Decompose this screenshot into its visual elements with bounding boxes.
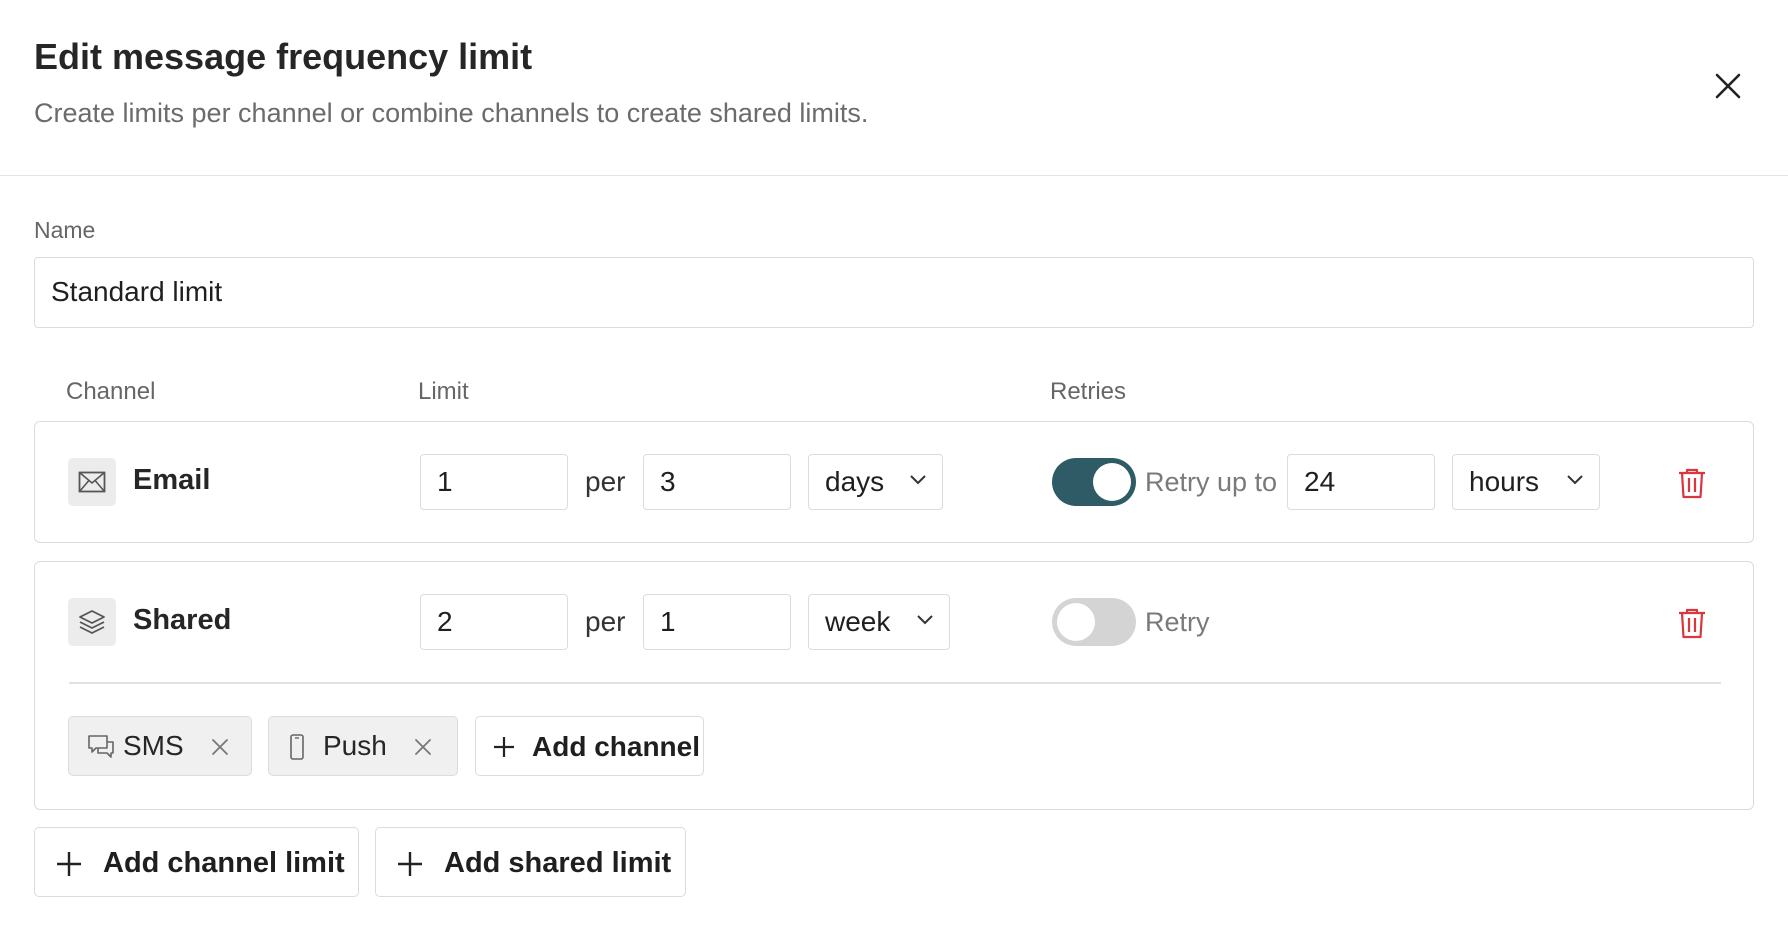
- retry-unit-value: hours: [1469, 466, 1540, 497]
- period-unit-select[interactable]: days: [808, 454, 943, 510]
- name-input[interactable]: Standard limit: [34, 257, 1754, 328]
- toggle-knob: [1057, 603, 1095, 641]
- delete-limit-button[interactable]: [1677, 467, 1707, 499]
- limit-count-input[interactable]: 2: [420, 594, 568, 650]
- retry-value-input[interactable]: 24: [1287, 454, 1435, 510]
- column-header-limit: Limit: [418, 378, 469, 405]
- channel-name: Shared: [133, 604, 232, 636]
- envelope-icon: [78, 471, 106, 493]
- dialog-subtitle: Create limits per channel or combine cha…: [34, 98, 869, 128]
- chevron-down-icon: [917, 615, 933, 625]
- per-label: per: [585, 606, 626, 637]
- chat-bubbles-icon: [88, 735, 114, 758]
- trash-icon: [1679, 468, 1705, 499]
- retry-toggle[interactable]: [1052, 458, 1136, 506]
- period-unit-value: week: [825, 606, 891, 637]
- toggle-knob: [1093, 463, 1131, 501]
- channel-icon-container: [68, 598, 116, 646]
- channel-chip-push: Push: [268, 716, 458, 776]
- close-button[interactable]: [1710, 68, 1746, 104]
- remove-channel-button[interactable]: [209, 736, 231, 758]
- close-icon: [1715, 73, 1741, 99]
- limit-card-shared: Shared 2 per 1 week Retry SMS Push Add c…: [34, 561, 1754, 810]
- period-value-input[interactable]: 3: [643, 454, 791, 510]
- period-unit-value: days: [825, 466, 885, 497]
- add-channel-limit-label: Add channel limit: [103, 847, 345, 879]
- plus-icon: [57, 852, 81, 876]
- add-shared-limit-label: Add shared limit: [444, 847, 672, 879]
- limit-count-input[interactable]: 1: [420, 454, 568, 510]
- chevron-down-icon: [1567, 475, 1583, 485]
- retry-toggle[interactable]: [1052, 598, 1136, 646]
- dialog-header: Edit message frequency limit Create limi…: [0, 0, 1788, 176]
- add-channel-button[interactable]: Add channel: [475, 716, 704, 776]
- plus-icon: [398, 852, 422, 876]
- channel-chip-sms: SMS: [68, 716, 252, 776]
- chevron-down-icon: [910, 475, 926, 485]
- column-header-retries: Retries: [1050, 378, 1127, 405]
- name-label: Name: [34, 217, 96, 243]
- remove-channel-button[interactable]: [412, 736, 434, 758]
- chip-label: SMS: [123, 730, 184, 761]
- delete-limit-button[interactable]: [1677, 607, 1707, 639]
- card-divider: [69, 682, 1721, 684]
- trash-icon: [1679, 608, 1705, 639]
- channel-icon-container: [68, 458, 116, 506]
- close-icon: [212, 739, 228, 755]
- period-value-input[interactable]: 1: [643, 594, 791, 650]
- dialog-title: Edit message frequency limit: [34, 36, 533, 77]
- column-header-channel: Channel: [66, 378, 156, 405]
- add-shared-limit-button[interactable]: Add shared limit: [375, 827, 686, 897]
- plus-icon: [494, 737, 514, 757]
- add-channel-label: Add channel: [532, 731, 701, 762]
- limit-card-email: Email 1 per 3 days Retry up to 24 hours: [34, 421, 1754, 543]
- mobile-phone-icon: [290, 734, 304, 760]
- channel-name: Email: [133, 464, 211, 496]
- period-unit-select[interactable]: week: [808, 594, 950, 650]
- layers-icon: [79, 610, 105, 634]
- close-icon: [415, 739, 431, 755]
- per-label: per: [585, 466, 626, 497]
- retry-label: Retry up to: [1145, 467, 1278, 497]
- retry-label: Retry: [1145, 607, 1210, 637]
- retry-unit-select[interactable]: hours: [1452, 454, 1600, 510]
- chip-label: Push: [323, 730, 387, 761]
- add-channel-limit-button[interactable]: Add channel limit: [34, 827, 359, 897]
